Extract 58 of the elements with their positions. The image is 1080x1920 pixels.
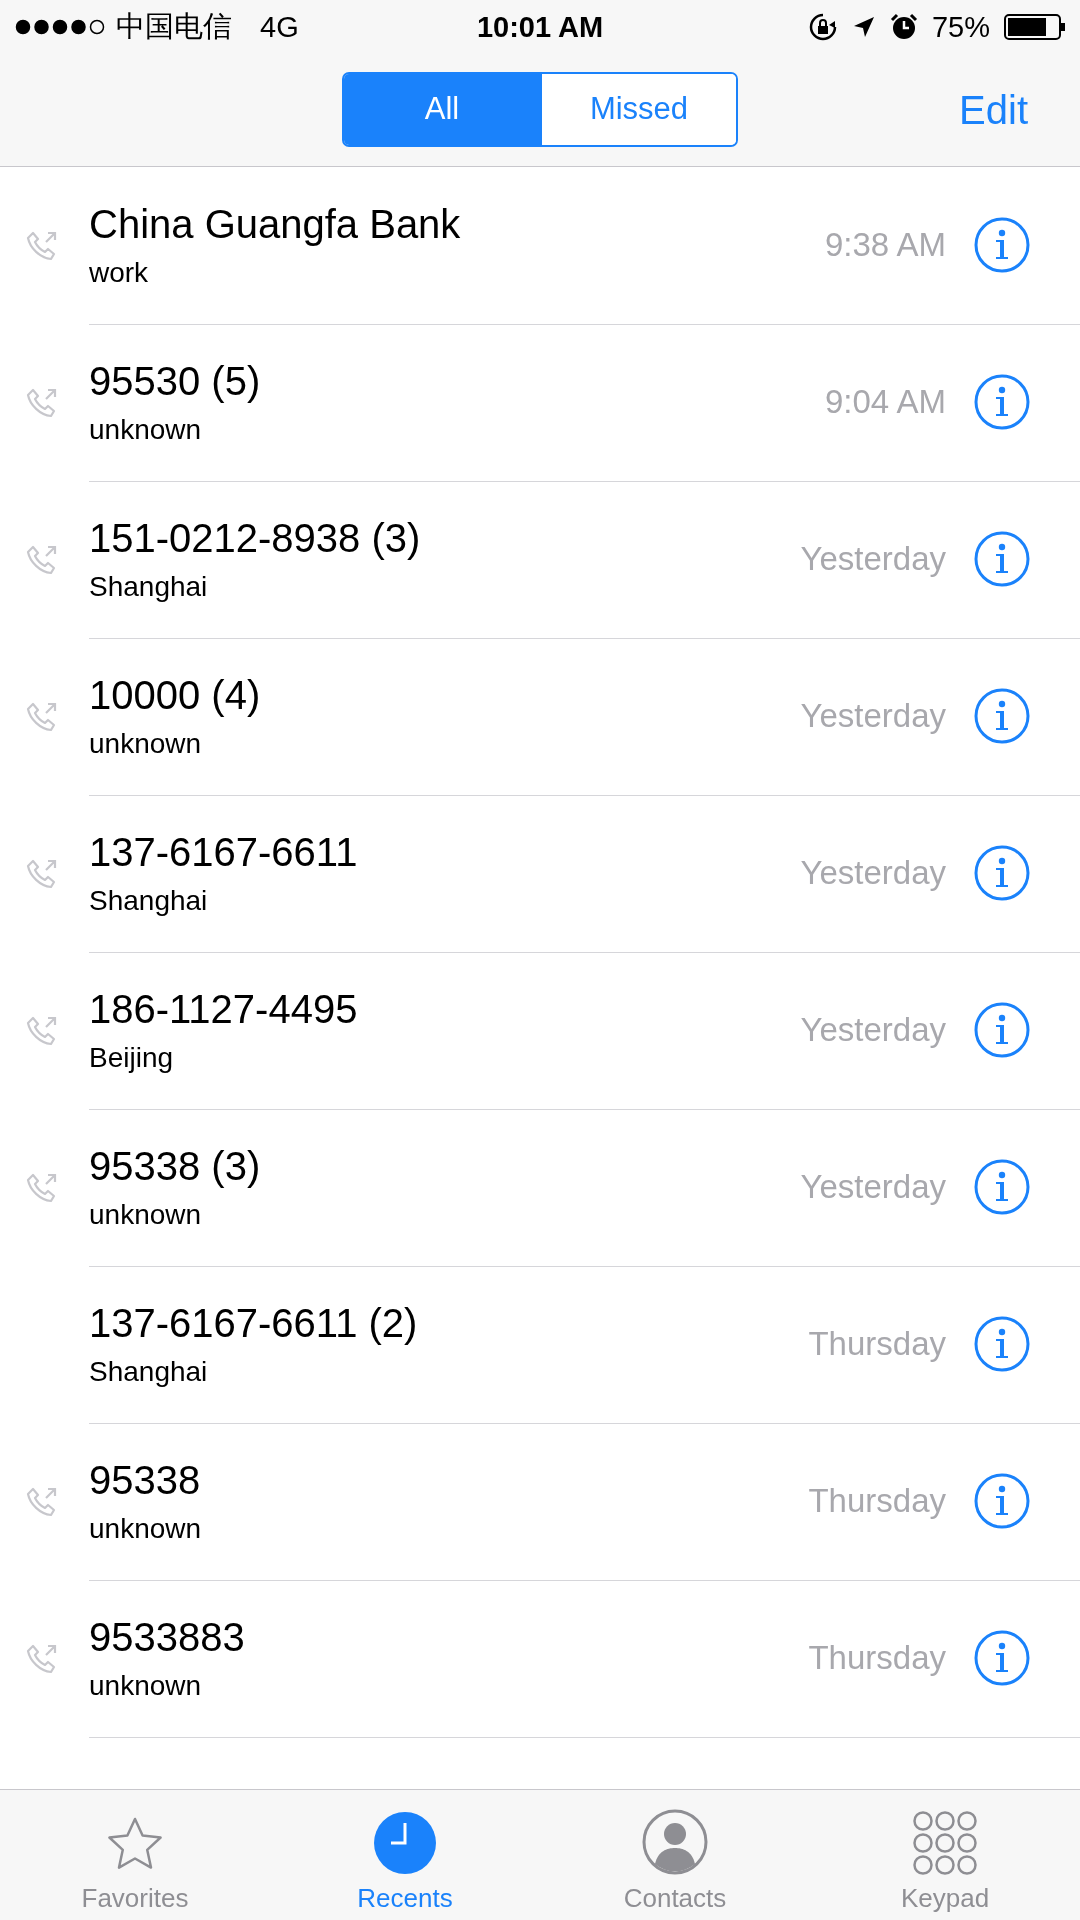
tab-bar-item[interactable]: Favorites <box>0 1790 270 1920</box>
info-icon[interactable] <box>974 1002 1030 1058</box>
caller-name: 10000 (4) <box>89 672 262 718</box>
call-time: Thursday <box>808 1325 946 1363</box>
caller-label: unknown <box>89 1669 203 1702</box>
call-time: Yesterday <box>800 1011 946 1049</box>
caller-name: 95338 (3) <box>89 1143 262 1189</box>
caller-label: unknown <box>89 1198 203 1231</box>
rotation-lock-icon <box>807 12 838 42</box>
filter-segment[interactable]: All <box>344 73 540 145</box>
caller-label: work <box>89 256 150 289</box>
caller-name: 186-1127-4495 <box>89 986 359 1032</box>
signal-icon <box>14 18 106 36</box>
info-icon[interactable] <box>974 845 1030 901</box>
caller-name: 137-6167-6611 (2) <box>89 1300 419 1346</box>
info-icon[interactable] <box>974 1630 1030 1686</box>
caller-name: 9533883 <box>89 1614 246 1660</box>
call-time: 9:04 AM <box>824 383 946 421</box>
caller-name: 95338 <box>89 1457 202 1503</box>
call-time: Thursday <box>808 1639 946 1677</box>
carrier-name: 中国电信 <box>116 9 232 44</box>
info-icon[interactable] <box>974 531 1030 587</box>
tab-bar-item[interactable]: Recents <box>270 1790 540 1920</box>
call-time: 9:38 AM <box>824 226 946 264</box>
caller-label: Beijing <box>89 1041 175 1074</box>
caller-label: unknown <box>89 1512 203 1545</box>
battery-percent: 75% <box>931 10 990 44</box>
edit-button[interactable]: Edit <box>959 88 1028 133</box>
info-icon[interactable] <box>974 374 1030 430</box>
call-time: Yesterday <box>800 697 946 735</box>
info-icon[interactable] <box>974 1473 1030 1529</box>
info-icon[interactable] <box>974 1159 1030 1215</box>
info-icon[interactable] <box>974 217 1030 273</box>
keypad-icon <box>913 1811 977 1875</box>
info-icon[interactable] <box>974 1316 1030 1372</box>
call-time: Yesterday <box>800 540 946 578</box>
caller-label: Shanghai <box>89 884 209 917</box>
person-icon <box>642 1809 708 1875</box>
call-time: Yesterday <box>800 854 946 892</box>
caller-name: 137-6167-6611 <box>89 829 359 875</box>
clock-time: 10:01 AM <box>476 10 604 44</box>
caller-name: 151-0212-8938 (3) <box>89 515 422 561</box>
network-type: 4G <box>260 10 299 44</box>
clock-icon <box>373 1811 437 1875</box>
caller-label: unknown <box>89 413 203 446</box>
tab-bar-item[interactable]: Contacts <box>540 1790 810 1920</box>
call-time: Thursday <box>808 1482 946 1520</box>
filter-segment[interactable]: Missed <box>540 73 736 145</box>
info-icon[interactable] <box>974 688 1030 744</box>
caller-label: Shanghai <box>89 570 209 603</box>
caller-label: Shanghai <box>89 1355 209 1388</box>
call-time: Yesterday <box>800 1168 946 1206</box>
caller-name: China Guangfa Bank <box>89 201 462 247</box>
caller-name: 95530 (5) <box>89 358 262 404</box>
battery-icon <box>1004 14 1066 40</box>
alarm-clock-icon <box>889 13 918 41</box>
tab-bar-item[interactable]: Keypad <box>810 1790 1080 1920</box>
caller-label: unknown <box>89 727 203 760</box>
